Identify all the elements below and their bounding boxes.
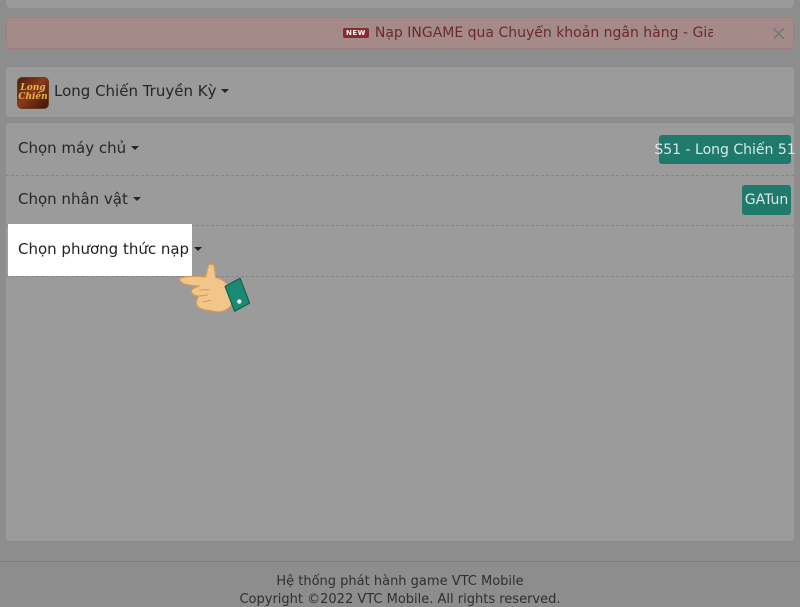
game-logo: Long Chiến [17, 77, 49, 109]
payment-method-highlight: Chọn phương thức nạp [8, 224, 203, 276]
close-icon[interactable]: × [770, 21, 787, 45]
game-name: Long Chiến Truyền Kỳ [54, 82, 217, 100]
game-dropdown[interactable]: Long Chiến Truyền Kỳ [54, 82, 230, 100]
payment-method-label: Chọn phương thức nạp [18, 240, 190, 258]
notice-text[interactable]: Nạp INGAME qua Chuyển khoản ngân hàng - … [375, 25, 713, 41]
payment-method-dropdown[interactable]: Chọn phương thức nạp [18, 240, 203, 258]
caret-down-icon [194, 247, 203, 251]
row-divider [6, 175, 794, 176]
caret-down-icon [132, 197, 141, 201]
character-value-button[interactable]: GATun [742, 185, 791, 215]
top-strip [6, 0, 794, 8]
pointing-hand-icon [178, 263, 250, 313]
notice-bar: NEW Nạp INGAME qua Chuyển khoản ngân hàn… [6, 17, 794, 49]
new-badge: NEW [343, 28, 369, 38]
caret-down-icon [221, 89, 230, 93]
recharge-form-panel: Chọn máy chủ S51 - Long Chiến 51 Chọn nh… [6, 123, 796, 541]
server-dropdown[interactable]: Chọn máy chủ [18, 139, 140, 157]
footer-divider [0, 561, 800, 562]
character-dropdown[interactable]: Chọn nhân vật [18, 190, 141, 208]
character-label: Chọn nhân vật [18, 190, 128, 208]
caret-down-icon [131, 146, 140, 150]
server-value-button[interactable]: S51 - Long Chiến 51 [654, 135, 796, 164]
notice-content[interactable]: NEW Nạp INGAME qua Chuyển khoản ngân hàn… [343, 18, 713, 48]
row-divider [6, 276, 794, 277]
server-label: Chọn máy chủ [18, 139, 127, 157]
footer-publisher: Hệ thống phát hành game VTC Mobile [276, 574, 524, 589]
game-selector-panel: Long Chiến Long Chiến Truyền Kỳ [6, 67, 794, 117]
game-logo-text: Long Chiến [18, 83, 48, 102]
